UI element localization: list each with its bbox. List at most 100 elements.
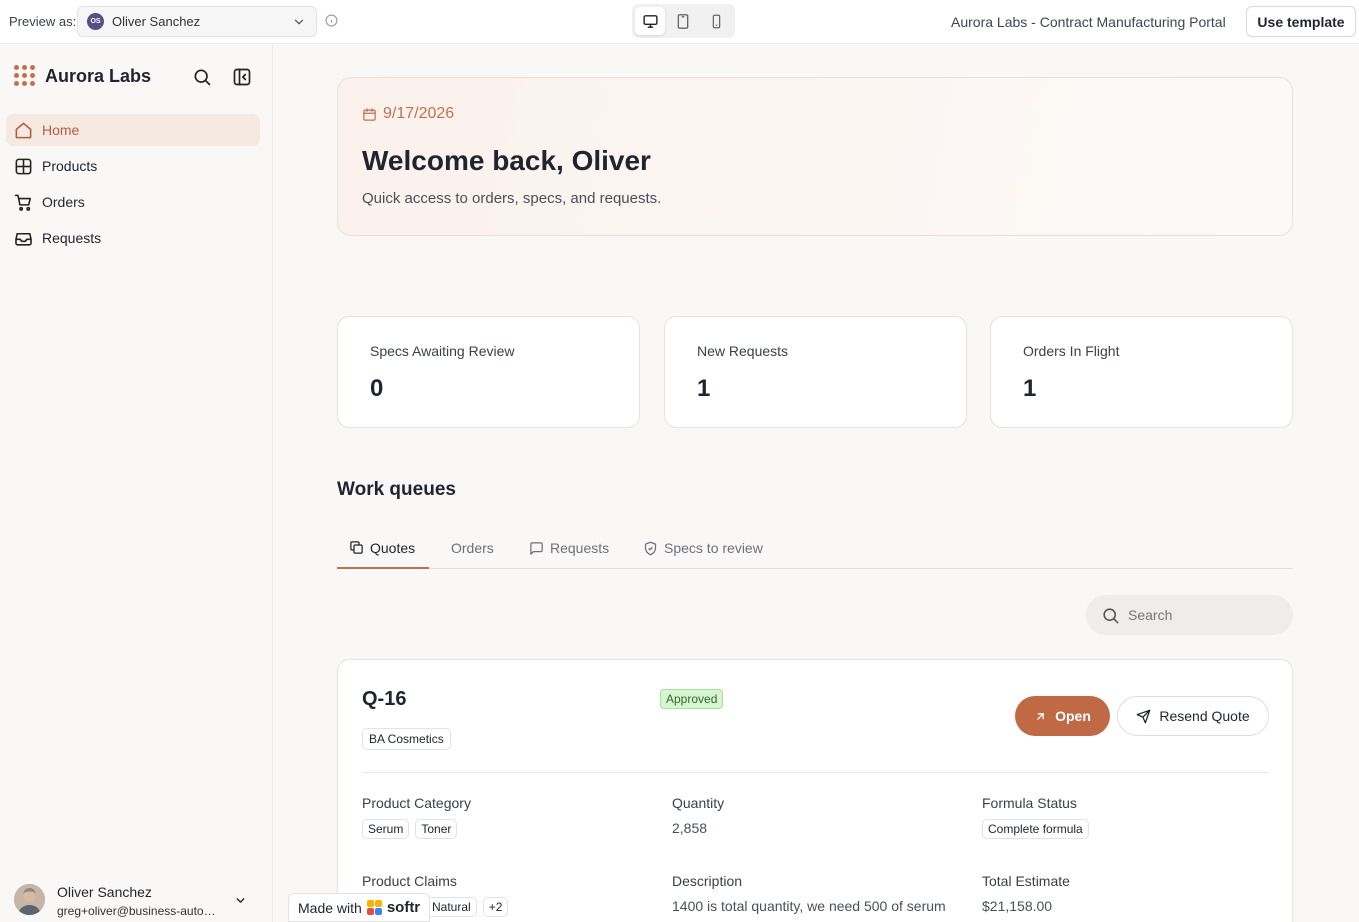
tab-quotes[interactable]: Quotes: [337, 528, 429, 569]
formula-status-chip: Complete formula: [982, 819, 1089, 839]
stat-value: 1: [697, 375, 711, 402]
softr-brand: softr: [386, 899, 421, 916]
preview-user-name: Oliver Sanchez: [112, 14, 201, 29]
desktop-icon: [642, 14, 658, 28]
search-icon[interactable]: [192, 67, 212, 87]
claim-chip: Natural: [426, 897, 477, 917]
message-icon: [530, 541, 543, 555]
tab-specs-to-review[interactable]: Specs to review: [643, 528, 763, 568]
sidebar-item-products[interactable]: Products: [6, 150, 260, 182]
preview-label: Preview as:: [9, 14, 77, 29]
sidebar-item-orders[interactable]: Orders: [6, 186, 260, 218]
tab-label: Requests: [550, 540, 610, 556]
field-label: Total Estimate: [982, 873, 1070, 889]
open-quote-button[interactable]: Open: [1015, 696, 1110, 736]
field-value: 2,858: [672, 820, 708, 836]
tab-label: Specs to review: [664, 540, 763, 556]
field-label: Product Claims: [362, 873, 457, 889]
field-formula-status: Formula Status Complete formula: [982, 795, 1089, 839]
info-icon[interactable]: [325, 14, 338, 27]
stat-card-new-requests: New Requests 1: [664, 316, 967, 428]
page-title: Welcome back, Oliver: [362, 145, 651, 176]
cart-icon: [14, 194, 32, 211]
tablet-view-button[interactable]: [668, 7, 698, 35]
sidebar-item-label: Home: [42, 122, 80, 138]
arrow-up-right-icon: [1037, 712, 1044, 720]
welcome-hero: 9/17/2026 Welcome back, Oliver Quick acc…: [337, 77, 1293, 236]
hero-date-text: 9/17/2026: [383, 105, 455, 122]
brand-logo-icon: [14, 65, 36, 87]
sidebar-item-label: Orders: [42, 194, 85, 210]
quote-card: Q-16 Approved BA Cosmetics Open Resend Q…: [337, 659, 1293, 922]
more-claims-chip[interactable]: +2: [482, 897, 509, 917]
search-icon: [1103, 607, 1119, 623]
brand-name: Aurora Labs: [45, 66, 152, 86]
device-toggle: [632, 4, 735, 38]
desktop-view-button[interactable]: [635, 7, 665, 35]
chevron-down-icon: [294, 19, 304, 25]
category-chip: Serum: [362, 819, 410, 839]
grid-icon: [15, 158, 32, 174]
stat-card-orders-in-flight: Orders In Flight 1: [990, 316, 1293, 428]
sidebar: Aurora Labs Home Products Orders Request…: [0, 45, 273, 922]
tab-requests[interactable]: Requests: [529, 528, 609, 568]
tablet-icon: [677, 13, 689, 29]
avatar: [14, 884, 45, 915]
field-value: 1400 is total quantity, we need 500 of s…: [672, 898, 946, 914]
stat-card-specs-awaiting-review: Specs Awaiting Review 0: [337, 316, 640, 428]
sidebar-item-label: Requests: [42, 230, 102, 246]
user-email: greg+oliver@business-automated.com: [57, 904, 217, 918]
sidebar-item-home[interactable]: Home: [6, 114, 260, 146]
work-queue-tabs: Quotes Orders Requests Specs to review: [337, 528, 1293, 569]
stat-label: New Requests: [697, 343, 789, 359]
card-divider: [362, 772, 1269, 773]
stat-label: Specs Awaiting Review: [370, 343, 515, 359]
preview-user-select[interactable]: OS Oliver Sanchez: [77, 6, 317, 37]
tab-label: Orders: [451, 540, 494, 556]
send-icon: [1136, 709, 1151, 723]
field-quantity: Quantity 2,858: [672, 795, 724, 836]
portal-title: Aurora Labs - Contract Manufacturing Por…: [951, 14, 1226, 30]
field-product-category: Product Category Serum Toner: [362, 795, 471, 839]
inbox-icon: [15, 232, 32, 246]
stat-label: Orders In Flight: [1023, 343, 1120, 359]
chevron-down-icon[interactable]: [234, 894, 247, 907]
sidebar-item-label: Products: [42, 158, 98, 174]
tab-label: Quotes: [370, 539, 416, 556]
field-description: Description 1400 is total quantity, we n…: [672, 873, 972, 914]
resend-label: Resend Quote: [1159, 708, 1250, 724]
client-chip: BA Cosmetics: [362, 728, 451, 750]
field-total-estimate: Total Estimate $21,158.00: [982, 873, 1070, 914]
section-title-work-queues: Work queues: [337, 479, 456, 500]
stat-value: 1: [1023, 375, 1037, 402]
copy-icon: [350, 541, 363, 554]
made-with-softr-badge[interactable]: Made with softr: [288, 893, 430, 922]
queue-search: [1086, 595, 1293, 635]
user-name: Oliver Sanchez: [57, 884, 152, 900]
collapse-sidebar-icon[interactable]: [232, 67, 252, 87]
field-label: Formula Status: [982, 795, 1077, 811]
resend-quote-button[interactable]: Resend Quote: [1117, 696, 1269, 736]
mobile-icon: [712, 14, 720, 28]
sidebar-item-requests[interactable]: Requests: [6, 222, 260, 254]
user-initials-badge: OS: [87, 13, 104, 30]
tab-orders[interactable]: Orders: [451, 528, 494, 568]
open-label: Open: [1055, 708, 1091, 724]
stat-value: 0: [370, 375, 384, 402]
home-icon: [15, 122, 32, 138]
category-chip: Toner: [415, 819, 458, 839]
preview-bar: Preview as: OS Oliver Sanchez Aurora Lab…: [0, 0, 1359, 44]
use-template-button[interactable]: Use template: [1246, 6, 1356, 37]
hero-subtitle: Quick access to orders, specs, and reque…: [362, 190, 662, 207]
hero-date: 9/17/2026: [362, 105, 454, 123]
softr-logo-icon: [366, 899, 383, 916]
user-menu[interactable]: Oliver Sanchez greg+oliver@business-auto…: [0, 874, 273, 922]
calendar-icon: [363, 107, 376, 121]
field-label: Description: [672, 873, 743, 889]
field-value: $21,158.00: [982, 898, 1053, 914]
made-with-label: Made with: [298, 899, 362, 916]
search-input[interactable]: [1128, 607, 1278, 623]
mobile-view-button[interactable]: [701, 7, 731, 35]
quote-id: Q-16: [362, 688, 407, 710]
field-label: Product Category: [362, 795, 471, 811]
